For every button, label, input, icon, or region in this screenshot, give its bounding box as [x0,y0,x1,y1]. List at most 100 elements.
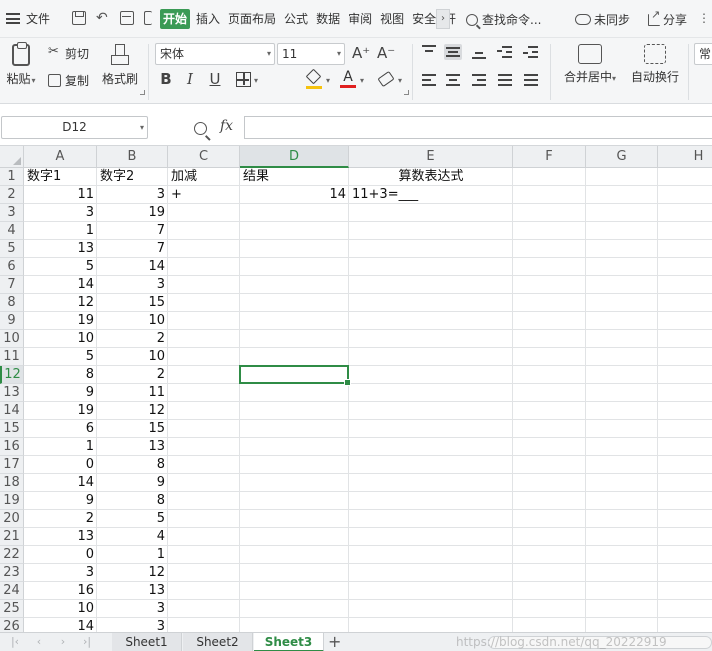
cell-a26[interactable]: 14 [24,618,97,632]
row-header-24[interactable]: 24 [0,582,24,600]
column-header-f[interactable]: F [513,146,586,168]
cell-b5[interactable]: 7 [97,240,168,258]
zoom-icon[interactable] [194,122,207,135]
select-all-corner[interactable] [0,146,24,168]
column-header-g[interactable]: G [586,146,658,168]
number-format-select[interactable]: 常 [694,43,712,65]
row-header-23[interactable]: 23 [0,564,24,582]
cell-b17[interactable]: 8 [97,456,168,474]
more-tabs-button[interactable]: › [436,9,450,29]
align-left-icon[interactable] [420,72,438,88]
cell-a22[interactable]: 0 [24,546,97,564]
underline-button[interactable]: U [206,70,224,88]
tab-review[interactable]: 审阅 [346,9,374,29]
column-header-d[interactable]: D [240,146,349,168]
last-sheet-button[interactable]: ›| [80,634,94,650]
next-sheet-button[interactable]: › [56,634,70,650]
distributed-align-icon[interactable] [522,72,540,88]
column-header-b[interactable]: B [97,146,168,168]
name-box[interactable]: D12 ▾ [1,116,148,139]
row-header-15[interactable]: 15 [0,420,24,438]
chevron-down-icon[interactable]: ▾ [360,76,364,85]
cell-a19[interactable]: 9 [24,492,97,510]
increase-indent-icon[interactable] [522,44,540,60]
cell-a11[interactable]: 5 [24,348,97,366]
cell-a17[interactable]: 0 [24,456,97,474]
header-cell-a1[interactable]: 数字1 [24,168,97,186]
format-painter-button[interactable]: 格式刷 [100,44,140,87]
command-search[interactable]: 查找命令... [466,11,541,28]
cell-b26[interactable]: 3 [97,618,168,632]
font-size-select[interactable]: 11 ▾ [277,43,345,65]
cell-b16[interactable]: 13 [97,438,168,456]
first-sheet-button[interactable]: |‹ [8,634,22,650]
row-header-7[interactable]: 7 [0,276,24,294]
cell-b3[interactable]: 19 [97,204,168,222]
cell-a13[interactable]: 9 [24,384,97,402]
undo-icon[interactable]: ↶ [96,11,110,25]
cell-a12[interactable]: 8 [24,366,97,384]
row-header-6[interactable]: 6 [0,258,24,276]
cell-a23[interactable]: 3 [24,564,97,582]
cell-b14[interactable]: 12 [97,402,168,420]
cell-a3[interactable]: 3 [24,204,97,222]
share-button[interactable]: 分享 [648,8,687,28]
cell-a16[interactable]: 1 [24,438,97,456]
row-header-4[interactable]: 4 [0,222,24,240]
row-header-5[interactable]: 5 [0,240,24,258]
cell-b8[interactable]: 15 [97,294,168,312]
align-top-icon[interactable] [420,44,438,60]
more-menu-icon[interactable]: ⋮ [698,11,710,25]
borders-icon[interactable] [236,72,251,87]
cell-b10[interactable]: 2 [97,330,168,348]
row-header-16[interactable]: 16 [0,438,24,456]
insert-function-button[interactable]: fx [220,118,233,134]
cell-b9[interactable]: 10 [97,312,168,330]
cell-a25[interactable]: 10 [24,600,97,618]
chevron-down-icon[interactable]: ▾ [326,76,330,85]
previous-sheet-button[interactable]: ‹ [32,634,46,650]
cell-a20[interactable]: 2 [24,510,97,528]
row-header-9[interactable]: 9 [0,312,24,330]
row-header-25[interactable]: 25 [0,600,24,618]
cell-b20[interactable]: 5 [97,510,168,528]
save-icon[interactable] [72,11,86,25]
sheet-tab-sheet1[interactable]: Sheet1 [112,633,182,651]
file-menu[interactable]: 文件 [6,10,50,27]
align-center-icon[interactable] [444,72,462,88]
tab-data[interactable]: 数据 [314,9,342,29]
tab-security[interactable]: 安全 [410,9,438,29]
row-header-2[interactable]: 2 [0,186,24,204]
cell-a14[interactable]: 19 [24,402,97,420]
cell-e2[interactable]: 11+3=___ [349,186,513,204]
font-name-select[interactable]: 宋体 ▾ [155,43,275,65]
sheet-tab-sheet3[interactable]: Sheet3 [254,633,324,651]
row-header-17[interactable]: 17 [0,456,24,474]
row-header-8[interactable]: 8 [0,294,24,312]
row-header-19[interactable]: 19 [0,492,24,510]
row-header-22[interactable]: 22 [0,546,24,564]
cell-a8[interactable]: 12 [24,294,97,312]
clipboard-dialog-launcher[interactable] [140,90,145,95]
fill-color-button[interactable] [305,68,322,89]
cell-b6[interactable]: 14 [97,258,168,276]
cell-b7[interactable]: 3 [97,276,168,294]
column-header-e[interactable]: E [349,146,513,168]
cell-a5[interactable]: 13 [24,240,97,258]
wrap-text-button[interactable]: 自动换行 [627,44,683,85]
cut-button[interactable]: 剪切 [48,44,89,62]
cell-b11[interactable]: 10 [97,348,168,366]
tab-insert[interactable]: 插入 [194,9,222,29]
column-header-h[interactable]: H [658,146,712,168]
spreadsheet-grid[interactable]: A B C D E F G H 1 数字1 数字2 加减 结果 算数表达式 2 11 3 +14 11+3=___ 3… [0,146,712,632]
cell-b12[interactable]: 2 [97,366,168,384]
cell-b22[interactable]: 1 [97,546,168,564]
row-header-12[interactable]: 12 [0,366,24,384]
header-cell-c1[interactable]: 加减 [168,168,240,186]
chevron-down-icon[interactable]: ▾ [254,76,258,85]
cell-b2[interactable]: 3 [97,186,168,204]
row-header-14[interactable]: 14 [0,402,24,420]
header-cell-e1[interactable]: 算数表达式 [349,168,513,186]
formula-input[interactable] [244,116,712,139]
print-icon[interactable] [120,11,134,25]
